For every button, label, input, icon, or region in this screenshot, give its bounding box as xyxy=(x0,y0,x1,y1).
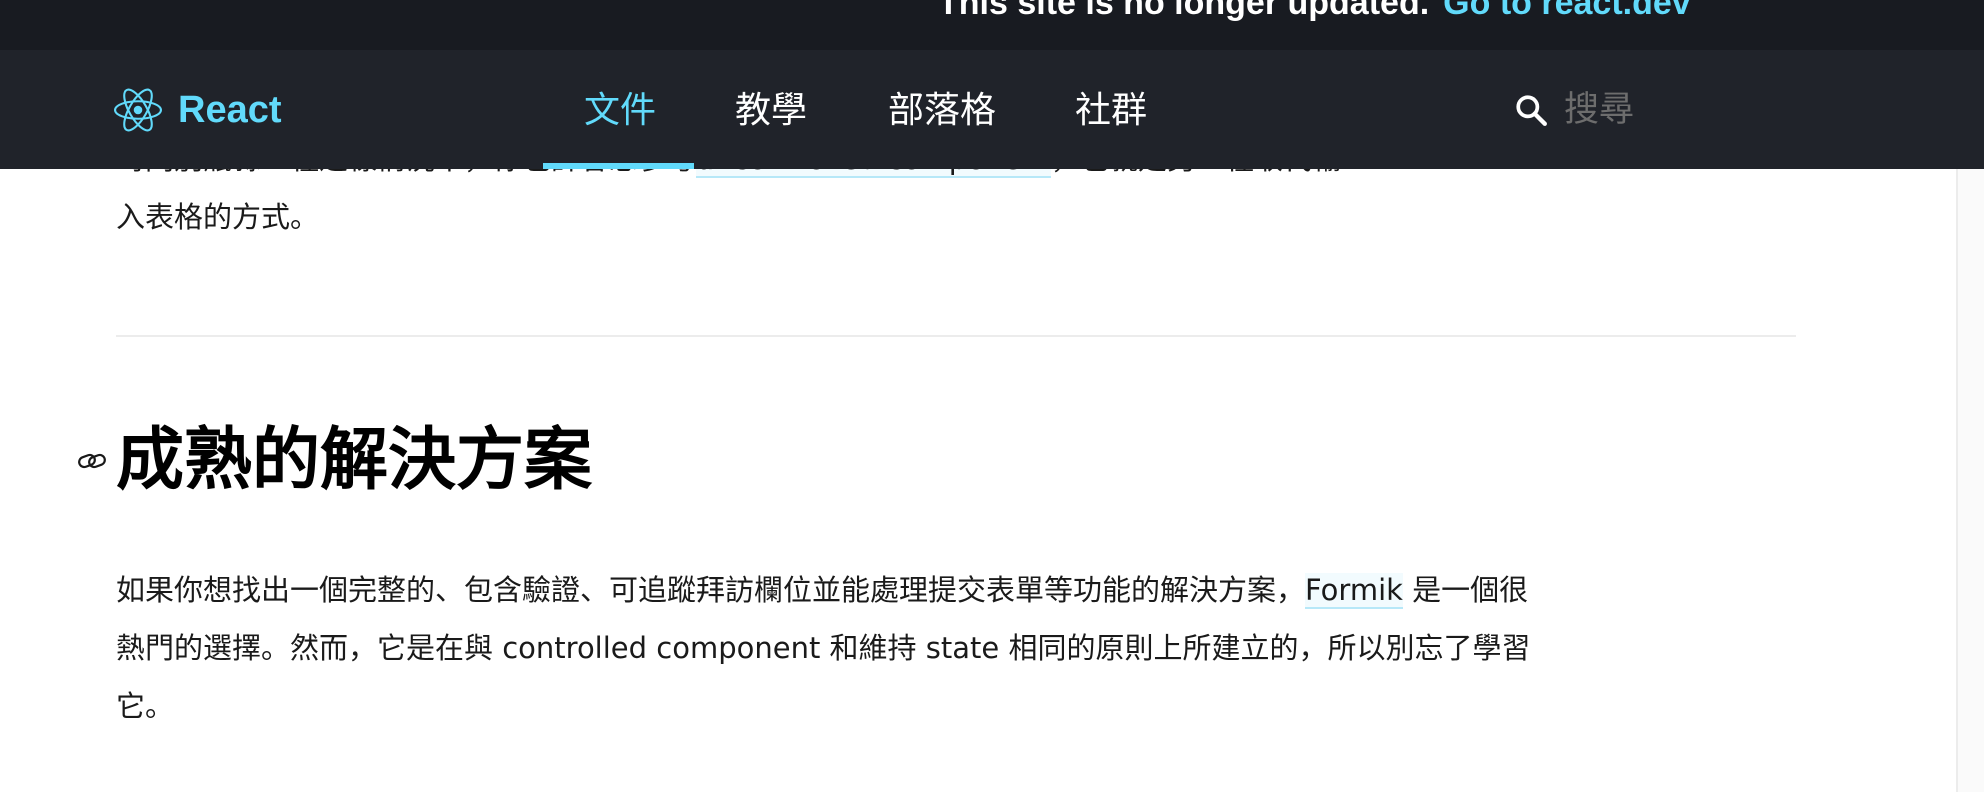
active-nav-indicator xyxy=(543,163,694,169)
link-anchor-icon[interactable] xyxy=(76,445,108,477)
page: 時同別瓶縣一種這樣情況中，你也許會想參考uncontrolled compone… xyxy=(0,0,1984,792)
nav-item-blog[interactable]: 部落格 xyxy=(888,86,996,136)
page-scrollbar[interactable] xyxy=(1956,169,1984,792)
heading-row: 成熟的解決方案 xyxy=(76,416,592,506)
nav-item-community[interactable]: 社群 xyxy=(1075,86,1147,136)
search-box xyxy=(1514,86,1866,134)
react-logo-link[interactable]: React xyxy=(114,86,282,134)
section-paragraph: 如果你想找出一個完整的、包含驗證、可追蹤拜訪欄位並能處理提交表單等功能的解決方案… xyxy=(116,561,1536,735)
section-divider xyxy=(116,335,1796,337)
section-paragraph-text-start: 如果你想找出一個完整的、包含驗證、可追蹤拜訪欄位並能處理提交表單等功能的解決方案… xyxy=(116,573,1306,607)
logo-text: React xyxy=(178,88,282,131)
nav-item-tutorial[interactable]: 教學 xyxy=(735,86,807,136)
section-heading: 成熟的解決方案 xyxy=(116,421,593,500)
formik-link[interactable]: Formik xyxy=(1305,573,1403,609)
search-input[interactable] xyxy=(1562,86,1866,134)
nav-item-docs[interactable]: 文件 xyxy=(584,86,656,136)
search-icon xyxy=(1516,95,1547,126)
react-atom-icon xyxy=(114,88,162,132)
react-dev-link[interactable]: Go to react.dev xyxy=(1443,0,1691,22)
previous-paragraph-line2: 入表格的方式。 xyxy=(116,200,320,234)
banner-text: This site is no longer updated. Go to rea… xyxy=(938,0,1691,23)
banner-message: This site is no longer updated. xyxy=(938,0,1430,22)
top-navbar: React 文件 教學 部落格 社群 xyxy=(0,50,1984,169)
deprecation-banner: This site is no longer updated. Go to rea… xyxy=(0,0,1984,50)
